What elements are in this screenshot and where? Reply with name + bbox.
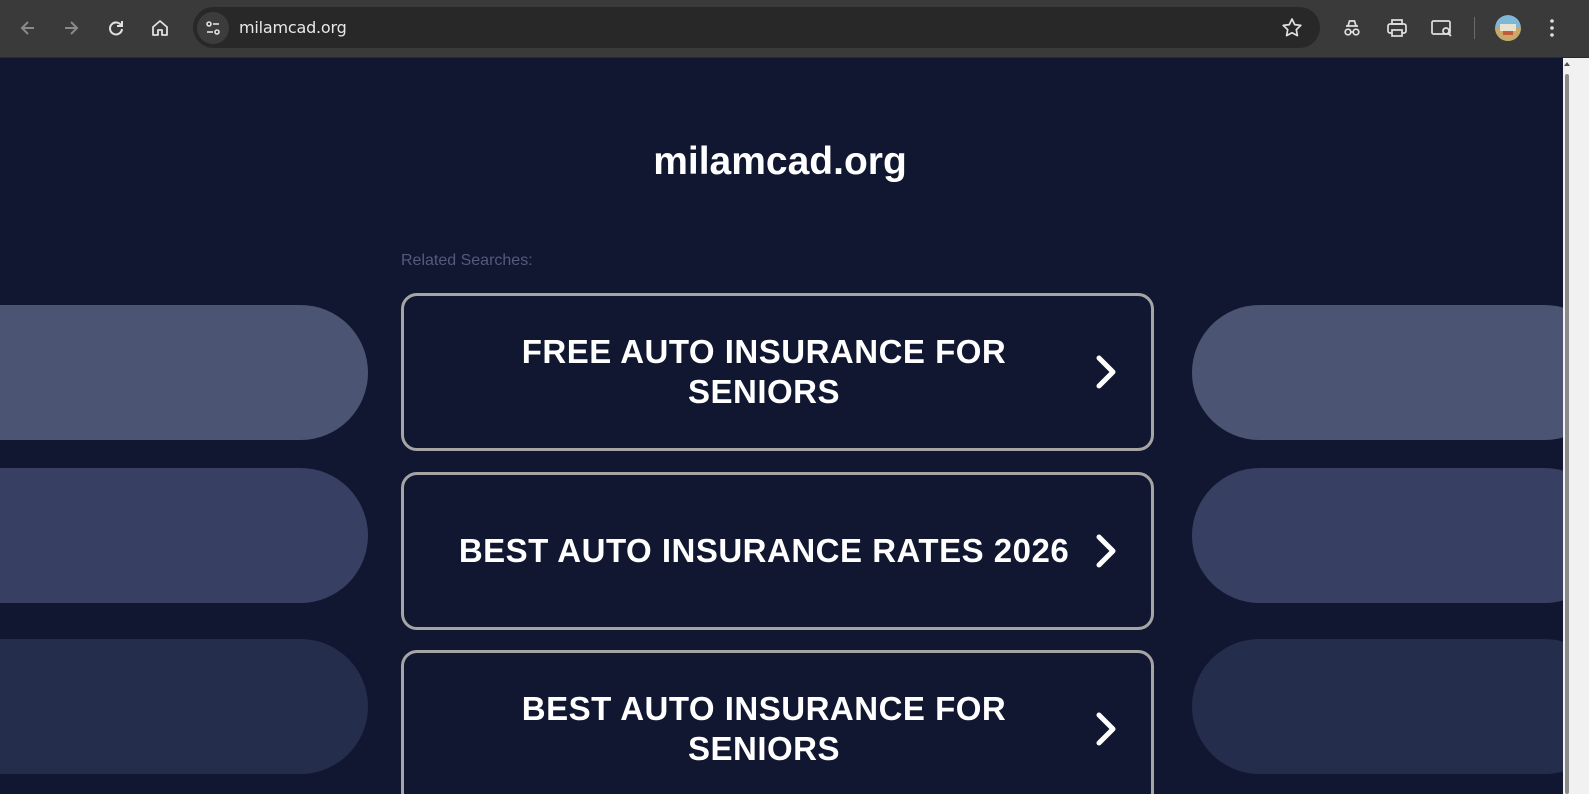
home-icon: [152, 20, 168, 36]
browser-toolbar: milamcad.org: [0, 0, 1589, 58]
search-link-label: FREE AUTO INSURANCE FOR SENIORS: [521, 333, 1007, 410]
toolbar-divider: [1474, 17, 1475, 39]
decorative-pill: [1192, 639, 1563, 774]
kebab-menu-icon[interactable]: [1540, 16, 1564, 40]
decorative-pill: [0, 305, 368, 440]
forward-button[interactable]: [55, 12, 87, 44]
profile-avatar[interactable]: [1495, 15, 1521, 41]
address-bar[interactable]: milamcad.org: [193, 7, 1320, 48]
cast-search-icon[interactable]: [1430, 16, 1454, 40]
search-link-card[interactable]: BEST AUTO INSURANCE FOR SENIORS: [401, 650, 1154, 794]
reload-icon: [109, 21, 123, 36]
decorative-pill: [0, 468, 368, 603]
bookmark-star-icon[interactable]: [1280, 16, 1304, 40]
search-link-label: BEST AUTO INSURANCE FOR SENIORS: [521, 690, 1007, 767]
decorative-pill: [1192, 305, 1563, 440]
back-icon: [20, 21, 34, 35]
chevron-right-icon: [1096, 712, 1116, 746]
search-link-label: BEST AUTO INSURANCE RATES 2026: [458, 532, 1070, 569]
decorative-pill: [1192, 468, 1563, 603]
url-text[interactable]: milamcad.org: [239, 18, 347, 37]
search-link-card[interactable]: BEST AUTO INSURANCE RATES 2026: [401, 472, 1154, 630]
reload-button[interactable]: [100, 12, 132, 44]
chevron-right-icon: [1096, 534, 1116, 568]
vertical-scrollbar[interactable]: [1563, 58, 1589, 794]
site-info-icon: [206, 21, 220, 35]
scroll-up-arrow-icon[interactable]: [1563, 58, 1571, 70]
scrollbar-thumb[interactable]: [1565, 74, 1569, 794]
avatar-image-icon: [1495, 15, 1521, 41]
related-searches-label: Related Searches:: [401, 252, 533, 269]
page-title: milamcad.org: [653, 140, 907, 183]
page-viewport: milamcad.org Related Searches: FREE AUTO…: [0, 58, 1563, 794]
incognito-icon[interactable]: [1340, 16, 1364, 40]
home-button[interactable]: [144, 12, 176, 44]
site-info-button[interactable]: [197, 12, 229, 44]
search-link-card[interactable]: FREE AUTO INSURANCE FOR SENIORS: [401, 293, 1154, 451]
back-button[interactable]: [12, 12, 44, 44]
chevron-right-icon: [1096, 355, 1116, 389]
forward-icon: [65, 21, 79, 35]
decorative-pill: [0, 639, 368, 774]
print-icon[interactable]: [1385, 16, 1409, 40]
